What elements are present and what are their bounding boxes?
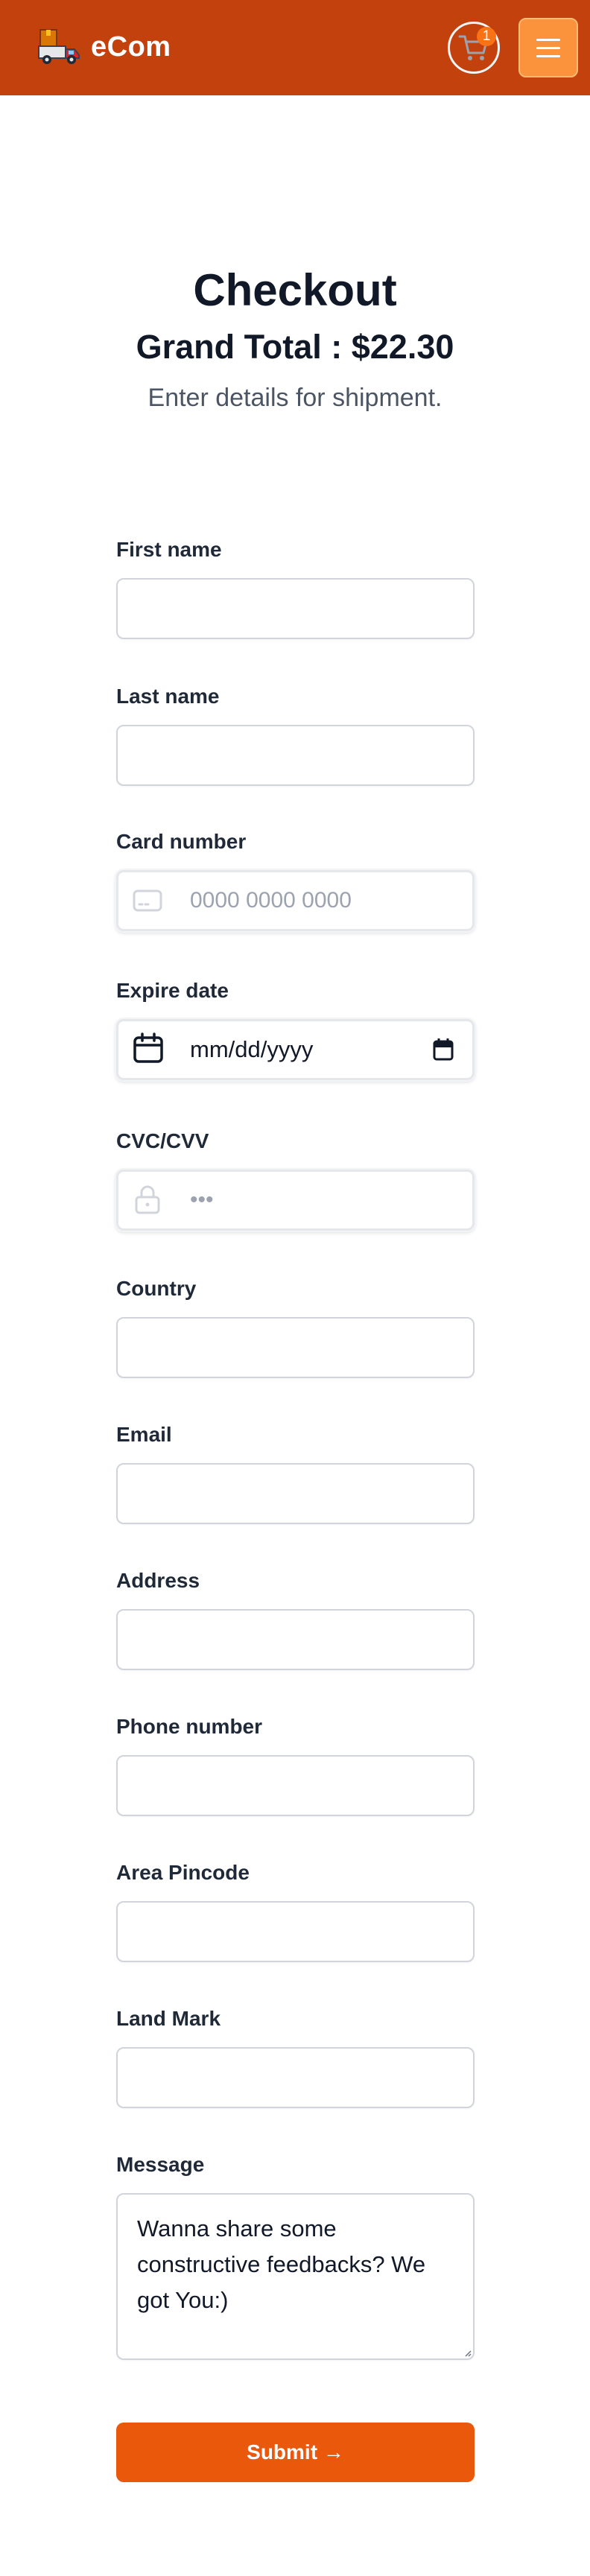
message-textarea[interactable]: Wanna share some constructive feedbacks?… <box>116 2193 475 2360</box>
page-subtitle: Enter details for shipment. <box>148 384 442 412</box>
address-input[interactable] <box>116 1609 475 1670</box>
first-name-label: First name <box>116 538 222 561</box>
country-input[interactable] <box>116 1317 475 1378</box>
email-group: Email <box>116 1421 475 1524</box>
menu-button[interactable] <box>518 18 578 77</box>
top-navbar: eCom 1 <box>0 0 590 95</box>
expire-date-label: Expire date <box>116 979 229 1002</box>
checkout-header: Checkout Grand Total : $22.30 Enter deta… <box>0 261 590 414</box>
hamburger-menu-icon <box>536 38 560 41</box>
lock-icon <box>135 1185 160 1214</box>
hamburger-line <box>536 54 560 57</box>
message-group: Message Wanna share some constructive fe… <box>116 2151 475 2360</box>
card-number-label: Card number <box>116 830 247 853</box>
submit-button[interactable]: Submit → <box>116 2423 475 2482</box>
country-group: Country <box>116 1275 475 1378</box>
pincode-group: Area Pincode <box>116 1859 475 1962</box>
delivery-truck-icon <box>38 29 80 64</box>
cart-count-badge: 1 <box>477 27 496 46</box>
credit-card-icon <box>133 889 162 912</box>
cvc-input[interactable] <box>116 1170 475 1231</box>
card-number-group: Card number <box>116 828 475 931</box>
page-title: Checkout <box>193 265 397 315</box>
first-name-input[interactable] <box>116 578 475 639</box>
first-name-group: First name <box>116 536 475 639</box>
address-group: Address <box>116 1567 475 1670</box>
brand-link[interactable]: eCom <box>37 27 171 67</box>
landmark-input[interactable] <box>116 2047 475 2108</box>
landmark-label: Land Mark <box>116 2007 221 2030</box>
resize-handle-icon[interactable] <box>464 2350 472 2357</box>
country-label: Country <box>116 1277 197 1300</box>
message-label: Message <box>116 2153 205 2176</box>
hamburger-line <box>536 46 560 49</box>
expire-date-group: Expire date mm/dd/yyyy <box>116 977 475 1080</box>
email-label: Email <box>116 1423 172 1446</box>
last-name-group: Last name <box>116 683 475 786</box>
phone-group: Phone number <box>116 1713 475 1816</box>
expire-date-input[interactable]: mm/dd/yyyy <box>116 1019 475 1080</box>
date-picker-icon[interactable] <box>432 1038 454 1062</box>
cvc-label: CVC/CVV <box>116 1129 209 1152</box>
last-name-label: Last name <box>116 685 220 708</box>
landmark-group: Land Mark <box>116 2005 475 2108</box>
address-label: Address <box>116 1569 200 1592</box>
email-input[interactable] <box>116 1463 475 1524</box>
expire-date-placeholder: mm/dd/yyyy <box>190 1036 314 1062</box>
grand-total: Grand Total : $22.30 <box>136 328 454 366</box>
pincode-label: Area Pincode <box>116 1861 250 1884</box>
calendar-icon <box>133 1032 163 1063</box>
last-name-input[interactable] <box>116 725 475 786</box>
card-number-input[interactable] <box>116 870 475 931</box>
phone-label: Phone number <box>116 1715 263 1738</box>
cvc-group: CVC/CVV <box>116 1128 475 1231</box>
cart-button[interactable]: 1 <box>448 22 500 74</box>
pincode-input[interactable] <box>116 1901 475 1962</box>
phone-input[interactable] <box>116 1755 475 1816</box>
brand-name: eCom <box>91 31 171 63</box>
